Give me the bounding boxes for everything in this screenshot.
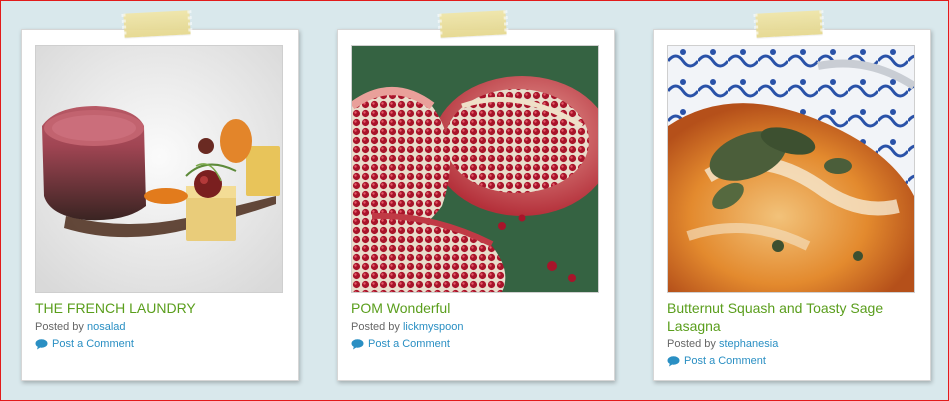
posted-by-label: Posted by (35, 321, 84, 333)
comment-bubble-icon (667, 355, 680, 367)
posted-by-label: Posted by (667, 338, 716, 350)
post-photo[interactable] (35, 45, 283, 293)
post-comment-row: Post a Comment (35, 338, 285, 350)
post-photo[interactable] (667, 45, 915, 293)
author-link[interactable]: nosalad (87, 321, 126, 333)
author-link[interactable]: stephanesia (719, 338, 778, 350)
author-link[interactable]: lickmyspoon (403, 321, 464, 333)
post-card: Butternut Squash and Toasty Sage Lasagna… (653, 10, 931, 381)
post-title-link[interactable]: POM Wonderful (351, 299, 601, 317)
tape-decoration (123, 10, 191, 38)
post-title-link[interactable]: THE FRENCH LAUNDRY (35, 299, 285, 317)
lasagna-photo (668, 46, 914, 292)
post-comment-link[interactable]: Post a Comment (368, 338, 450, 350)
post-card: POM Wonderful Posted by lickmyspoon Post… (337, 10, 615, 381)
post-byline: Posted by nosalad (35, 321, 285, 333)
tape-decoration (755, 10, 823, 38)
post-byline: Posted by lickmyspoon (351, 321, 601, 333)
post-byline: Posted by stephanesia (667, 338, 917, 350)
post-photo[interactable] (351, 45, 599, 293)
post-comment-link[interactable]: Post a Comment (684, 355, 766, 367)
post-title-link[interactable]: Butternut Squash and Toasty Sage Lasagna (667, 299, 917, 335)
post-comment-link[interactable]: Post a Comment (52, 338, 134, 350)
pomegranate-photo (352, 46, 598, 292)
comment-bubble-icon (351, 338, 364, 350)
gallery-frame: THE FRENCH LAUNDRY Posted by nosalad Pos… (0, 0, 949, 401)
plated-beef-dish-photo (36, 46, 282, 292)
comment-bubble-icon (35, 338, 48, 350)
post-comment-row: Post a Comment (667, 355, 917, 367)
post-comment-row: Post a Comment (351, 338, 601, 350)
post-card: THE FRENCH LAUNDRY Posted by nosalad Pos… (21, 10, 299, 381)
tape-decoration (439, 10, 507, 38)
posted-by-label: Posted by (351, 321, 400, 333)
